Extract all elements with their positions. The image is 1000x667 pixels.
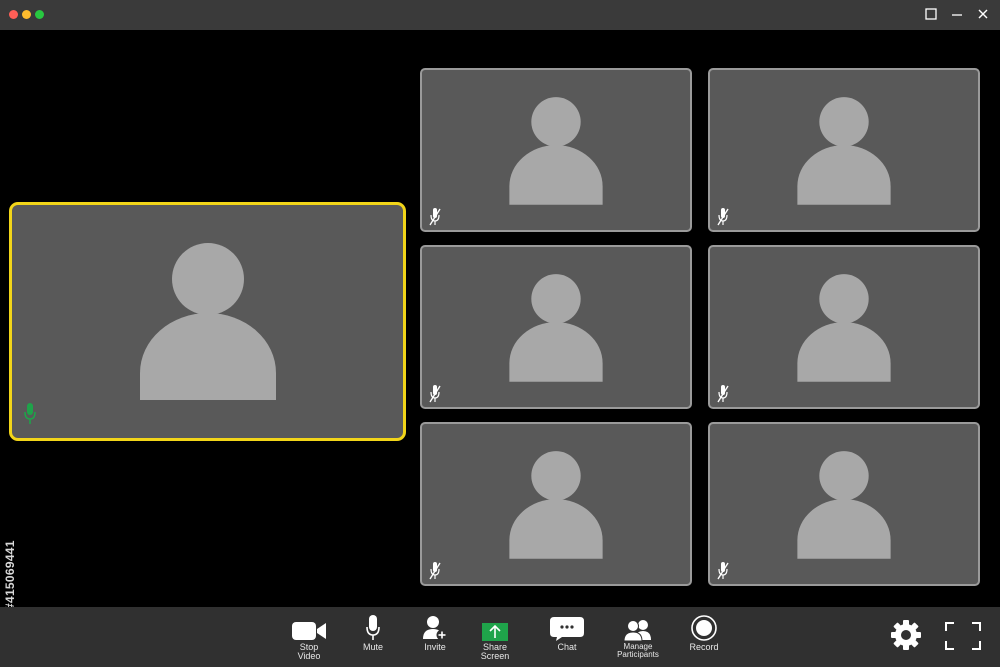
record-label: Record xyxy=(689,642,719,652)
record-icon xyxy=(691,613,717,641)
chat-button[interactable]: Chat xyxy=(535,613,599,665)
window-traffic-lights xyxy=(9,10,44,19)
manage-participants-button[interactable]: Manage Participants xyxy=(606,613,670,665)
share-screen-label: Share Screen xyxy=(481,643,510,661)
chat-bubble-icon xyxy=(550,613,584,641)
title-bar xyxy=(0,0,1000,30)
manage-participants-label-line2: Participants xyxy=(617,650,659,659)
microphone-icon xyxy=(366,613,380,641)
mic-muted-icon xyxy=(717,385,729,403)
mic-muted-icon xyxy=(429,208,441,226)
manage-participants-label: Manage Participants xyxy=(617,643,659,659)
record-button[interactable]: Record xyxy=(672,613,736,665)
participant-avatar-icon xyxy=(509,274,603,382)
mic-muted-icon xyxy=(717,208,729,226)
stop-video-button[interactable]: Stop Video xyxy=(277,613,341,665)
settings-gear-icon[interactable] xyxy=(890,619,922,656)
participant-avatar-icon xyxy=(797,97,891,205)
video-stage xyxy=(0,30,1000,607)
participant-tile[interactable] xyxy=(708,68,980,232)
mic-muted-icon xyxy=(429,562,441,580)
fullscreen-icon[interactable] xyxy=(945,622,981,655)
participant-avatar-icon xyxy=(797,451,891,559)
watermark-id-text: #415069441 xyxy=(3,540,17,610)
participant-avatar-icon xyxy=(797,274,891,382)
share-screen-icon xyxy=(482,613,508,641)
participant-tile[interactable] xyxy=(708,422,980,586)
mic-on-icon xyxy=(24,403,36,424)
participant-avatar-icon xyxy=(509,97,603,205)
stock-watermark-id: #415069441 xyxy=(3,430,23,610)
window-controls xyxy=(924,7,990,21)
minimize-icon[interactable] xyxy=(950,7,964,21)
participant-tile[interactable] xyxy=(708,245,980,409)
maximize-icon[interactable] xyxy=(924,7,938,21)
stop-video-label-line2: Video xyxy=(297,651,321,661)
share-screen-label-line2: Screen xyxy=(480,651,510,661)
mute-button[interactable]: Mute xyxy=(341,613,405,665)
invite-button[interactable]: Invite xyxy=(403,613,467,665)
participant-tile[interactable] xyxy=(420,422,692,586)
close-icon[interactable] xyxy=(976,7,990,21)
add-user-icon xyxy=(422,613,448,641)
stop-video-label: Stop Video xyxy=(298,643,321,661)
participant-tile[interactable] xyxy=(420,245,692,409)
participants-icon xyxy=(623,613,653,641)
meeting-toolbar: Stop Video Mute Invite Share Screen Chat… xyxy=(0,607,1000,667)
participant-tile[interactable] xyxy=(420,68,692,232)
mute-label: Mute xyxy=(362,642,383,652)
mic-muted-icon xyxy=(717,562,729,580)
minimize-window-dot[interactable] xyxy=(22,10,31,19)
share-screen-button[interactable]: Share Screen xyxy=(463,613,527,665)
participant-avatar-icon xyxy=(139,243,276,400)
close-window-dot[interactable] xyxy=(9,10,18,19)
active-speaker-tile[interactable] xyxy=(9,202,406,441)
chat-label: Chat xyxy=(557,642,577,652)
mic-muted-icon xyxy=(429,385,441,403)
invite-label: Invite xyxy=(424,642,446,652)
zoom-window-dot[interactable] xyxy=(35,10,44,19)
participant-avatar-icon xyxy=(509,451,603,559)
video-camera-icon xyxy=(292,613,326,641)
